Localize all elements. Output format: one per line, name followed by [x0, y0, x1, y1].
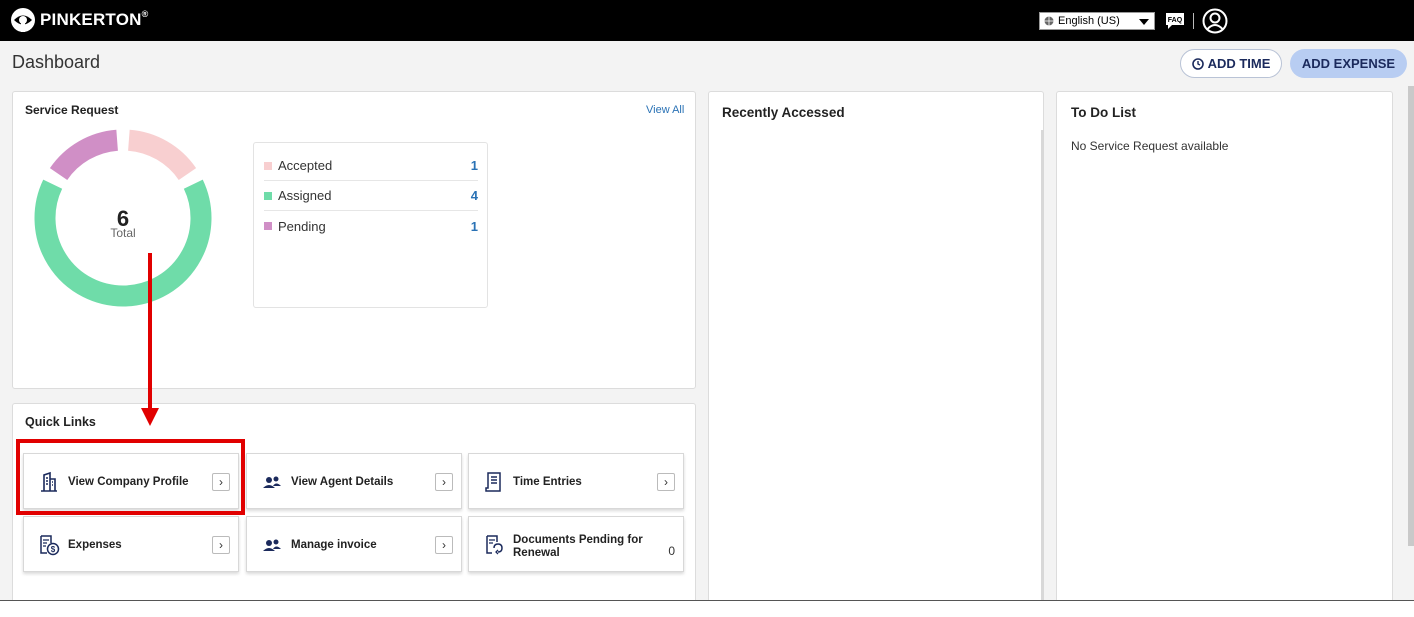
pinkerton-logo[interactable]: PINKERTON® — [10, 7, 148, 33]
legend-item-assigned[interactable]: Assigned 4 — [264, 181, 478, 211]
language-select[interactable]: English (US) — [1039, 12, 1155, 30]
faq-icon[interactable]: FAQ — [1164, 11, 1188, 31]
annotation-arrow-head — [141, 408, 159, 426]
legend-label: Assigned — [278, 188, 332, 203]
legend-label: Accepted — [278, 158, 333, 173]
service-request-title: Service Request — [25, 103, 119, 117]
top-navbar: PINKERTON® English (US) FAQ — [0, 0, 1414, 41]
legend-label: Pending — [278, 218, 326, 234]
brand-registered-mark: ® — [141, 9, 149, 19]
quick-link-label: Time Entries — [513, 476, 582, 488]
donut-slice-pending[interactable] — [49, 129, 119, 181]
add-time-button[interactable]: ADD TIME — [1180, 49, 1282, 78]
expense-dollar-icon: $ — [40, 535, 60, 556]
chevron-right-icon[interactable]: › — [212, 536, 230, 554]
legend-swatch-assigned — [264, 191, 272, 200]
language-value: English (US) — [1058, 15, 1120, 27]
document-list-icon — [485, 472, 501, 492]
globe-icon — [1044, 16, 1054, 26]
legend-count: 1 — [470, 218, 478, 234]
legend-count: 4 — [470, 188, 478, 203]
todo-list-title: To Do List — [1071, 105, 1136, 120]
chevron-down-icon — [1139, 19, 1149, 25]
quick-link-label: Documents Pending for Renewal — [513, 534, 643, 559]
clock-icon — [1191, 57, 1204, 70]
quick-link-view-agent-details[interactable]: View Agent Details › — [246, 453, 462, 509]
service-request-legend: Accepted 1 Assigned 4 Pending 1 — [253, 142, 488, 308]
todo-empty-message: No Service Request available — [1071, 139, 1229, 153]
legend-item-accepted[interactable]: Accepted 1 — [264, 151, 478, 181]
todo-list-panel — [1056, 91, 1393, 603]
page-title: Dashboard — [12, 52, 101, 72]
quick-link-label: Expenses — [68, 539, 122, 551]
quick-link-manage-invoice[interactable]: Manage invoice › — [246, 516, 462, 572]
pinkerton-eye-icon — [11, 8, 35, 32]
legend-item-pending[interactable]: Pending 1 — [264, 211, 478, 241]
people-icon — [263, 539, 281, 551]
chevron-right-icon[interactable]: › — [657, 473, 675, 491]
quick-link-label: Manage invoice — [291, 539, 377, 551]
people-icon — [263, 476, 281, 488]
recently-accessed-panel — [708, 91, 1044, 603]
add-expense-button[interactable]: ADD EXPENSE — [1290, 49, 1407, 78]
legend-swatch-pending — [264, 222, 272, 230]
donut-slice-accepted[interactable] — [127, 129, 197, 181]
view-all-link[interactable]: View All — [646, 104, 684, 116]
chevron-right-icon[interactable]: › — [435, 473, 453, 491]
annotation-highlight-box — [16, 439, 245, 515]
quick-link-expenses[interactable]: $ Expenses › — [23, 516, 239, 572]
legend-swatch-accepted — [264, 161, 272, 170]
svg-text:FAQ: FAQ — [1168, 17, 1183, 24]
user-icon[interactable] — [1202, 8, 1228, 34]
annotation-arrow-line — [148, 253, 152, 411]
svg-text:$: $ — [51, 545, 56, 554]
page-scrollbar[interactable] — [1408, 86, 1414, 546]
quick-link-label: View Agent Details — [291, 476, 394, 488]
quick-link-documents-pending-renewal[interactable]: Documents Pending for Renewal 0 — [468, 516, 684, 572]
bottom-edge — [0, 600, 1414, 617]
brand-name: PINKERTON — [40, 10, 142, 29]
legend-count: 1 — [470, 158, 478, 173]
chevron-right-icon[interactable]: › — [435, 536, 453, 554]
donut-slice-assigned[interactable] — [34, 179, 212, 307]
donut-total-label: Total — [110, 226, 136, 240]
document-renew-icon — [486, 535, 503, 555]
quick-links-title: Quick Links — [25, 415, 96, 429]
toolbar-divider — [1193, 13, 1194, 29]
add-time-label: ADD TIME — [1207, 56, 1271, 71]
documents-pending-count: 0 — [668, 544, 675, 558]
recently-accessed-scrollbar[interactable] — [1041, 130, 1044, 600]
recently-accessed-title: Recently Accessed — [722, 105, 845, 120]
add-expense-label: ADD EXPENSE — [1301, 56, 1396, 71]
quick-link-time-entries[interactable]: Time Entries › — [468, 453, 684, 509]
